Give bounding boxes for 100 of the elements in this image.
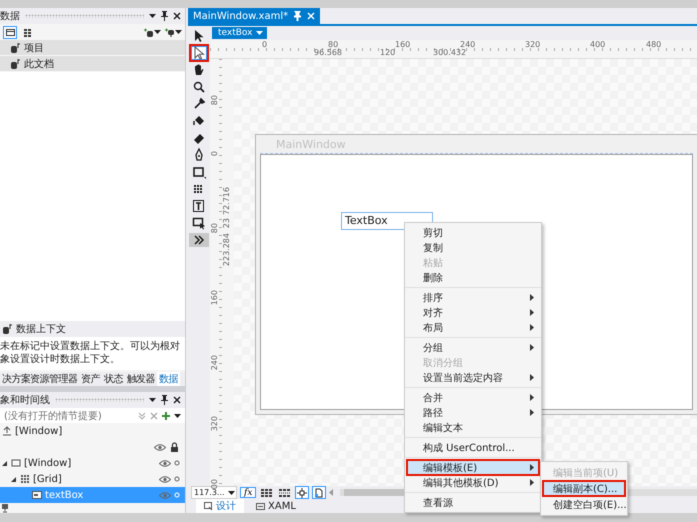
ruler-label: 480 bbox=[646, 40, 662, 49]
tree-item[interactable]: [Grid] bbox=[0, 471, 185, 487]
ruler-label: 80 bbox=[210, 223, 219, 234]
view-tab[interactable]: XAML bbox=[248, 499, 304, 513]
ruler-label: 0 bbox=[262, 40, 268, 49]
dropdown-icon[interactable] bbox=[154, 30, 161, 34]
tool-button[interactable] bbox=[191, 46, 207, 60]
panel-tab[interactable]: 数据 bbox=[157, 372, 180, 386]
panel-tab[interactable]: 状态 bbox=[102, 372, 125, 386]
panel-tab[interactable]: 决方案资源管理器 bbox=[0, 372, 80, 386]
ruler-label: 320 bbox=[210, 416, 219, 432]
ruler-label: 160 bbox=[210, 290, 219, 306]
scope-root[interactable]: [Window] bbox=[15, 426, 62, 436]
menu-item[interactable]: 排序 bbox=[407, 290, 539, 305]
menu-item[interactable]: 编辑模板(E) bbox=[407, 460, 539, 475]
circle-icon[interactable] bbox=[174, 460, 180, 466]
menu-item[interactable]: 分组 bbox=[407, 340, 539, 355]
add-database-icon[interactable] bbox=[143, 27, 153, 37]
paint-bucket-icon bbox=[192, 114, 206, 128]
plus-icon[interactable] bbox=[162, 412, 170, 420]
tool-button[interactable] bbox=[191, 165, 207, 179]
dropdown-icon[interactable] bbox=[228, 490, 235, 494]
database-icon bbox=[2, 324, 12, 334]
dropdown-icon[interactable] bbox=[174, 414, 181, 418]
menu-item[interactable]: 合并 bbox=[407, 390, 539, 405]
submenu-arrow-icon bbox=[530, 394, 534, 401]
double-chevron-down-icon bbox=[138, 412, 146, 420]
menu-item[interactable]: 复制 bbox=[407, 240, 539, 255]
code-view-icon bbox=[256, 502, 265, 510]
panel-title: 象和时间线 bbox=[0, 394, 50, 407]
ruler-label: 400 bbox=[590, 40, 606, 49]
circle-icon[interactable] bbox=[174, 476, 180, 482]
menu-item[interactable]: 编辑文本 bbox=[407, 420, 539, 435]
menu-item[interactable]: 创建空白项(E)... bbox=[543, 497, 625, 512]
menu-item[interactable]: 对齐 bbox=[407, 305, 539, 320]
panel-tab[interactable]: 资产 bbox=[79, 372, 102, 386]
expander-icon[interactable] bbox=[1, 460, 8, 466]
add-database-icon[interactable] bbox=[164, 27, 174, 37]
grid-view-icon[interactable] bbox=[22, 28, 32, 36]
tool-button[interactable] bbox=[189, 233, 209, 247]
database-icon bbox=[10, 58, 20, 68]
close-icon bbox=[150, 412, 158, 420]
submenu-arrow-icon bbox=[530, 344, 534, 351]
monitor-icon bbox=[1, 503, 9, 513]
textbox-icon bbox=[32, 490, 42, 500]
tool-button[interactable] bbox=[191, 80, 207, 94]
list-view-icon bbox=[6, 28, 14, 36]
list-view-button[interactable] bbox=[3, 26, 17, 38]
data-item[interactable]: 项目 bbox=[0, 40, 185, 56]
menu-item[interactable]: 设置当前选定内容 bbox=[407, 370, 539, 385]
submenu-arrow-icon bbox=[530, 479, 534, 486]
grid-icon[interactable] bbox=[261, 488, 272, 497]
menu-item[interactable]: 删除 bbox=[407, 270, 539, 285]
eye-icon[interactable] bbox=[159, 460, 171, 466]
tool-button[interactable] bbox=[191, 114, 207, 128]
database-icon bbox=[10, 42, 20, 52]
submenu-arrow-icon bbox=[530, 374, 534, 381]
pin-icon[interactable] bbox=[161, 395, 168, 405]
dropdown-icon[interactable] bbox=[149, 398, 156, 402]
expander-icon[interactable] bbox=[10, 476, 17, 482]
design-view-icon bbox=[204, 502, 213, 510]
ruler-measure: 300.432 bbox=[433, 48, 466, 57]
ruler-label: 320 bbox=[525, 40, 540, 49]
panel-tab[interactable]: 触发器 bbox=[124, 372, 158, 386]
eyedropper-icon bbox=[192, 97, 206, 111]
submenu-arrow-icon bbox=[530, 309, 534, 316]
annotations-toggle[interactable] bbox=[312, 486, 326, 499]
data-item[interactable]: 此文档 bbox=[0, 56, 185, 72]
view-tab[interactable]: 设计 bbox=[196, 499, 244, 513]
tree-item[interactable]: [Window] bbox=[0, 455, 185, 471]
ruler-label: 0 bbox=[210, 151, 219, 156]
info-text: 未在标记中设置数据上下文。可以为根对象设置设计时数据上下文。 bbox=[0, 337, 185, 370]
pin-icon[interactable] bbox=[161, 11, 168, 21]
dropdown-icon[interactable] bbox=[149, 14, 156, 18]
ruler-label: 80 bbox=[328, 40, 338, 49]
menu-item[interactable]: 构成 UserControl... bbox=[407, 440, 539, 455]
eye-icon[interactable] bbox=[154, 444, 166, 450]
close-icon[interactable] bbox=[173, 12, 181, 20]
dropdown-icon[interactable] bbox=[175, 30, 182, 34]
text-tool-icon bbox=[192, 199, 206, 213]
tool-button[interactable] bbox=[191, 216, 207, 230]
tool-button[interactable] bbox=[191, 199, 207, 213]
snap-lines-toggle[interactable] bbox=[295, 486, 310, 499]
breadcrumb-button[interactable]: textBox bbox=[212, 27, 266, 39]
close-icon[interactable] bbox=[173, 396, 181, 404]
menu-item[interactable]: 查看源 bbox=[407, 495, 539, 510]
menu-item[interactable]: 编辑其他模板(D) bbox=[407, 475, 539, 490]
lock-icon bbox=[170, 442, 179, 452]
effects-toggle[interactable]: fx bbox=[240, 487, 256, 498]
menu-item[interactable]: 路径 bbox=[407, 405, 539, 420]
ruler-measure: 23 bbox=[222, 218, 231, 228]
panel-title: 数据 bbox=[0, 10, 20, 23]
menu-item[interactable]: 布局 bbox=[407, 320, 539, 335]
menu-item[interactable]: 编辑副本(C)... bbox=[543, 481, 625, 496]
dotted-grid-icon[interactable] bbox=[279, 488, 290, 497]
eye-icon[interactable] bbox=[159, 476, 171, 482]
eraser-icon bbox=[192, 131, 206, 145]
window-icon bbox=[11, 458, 21, 468]
rectangle-icon bbox=[192, 165, 206, 179]
ruler-measure: 223.284 bbox=[222, 233, 231, 266]
